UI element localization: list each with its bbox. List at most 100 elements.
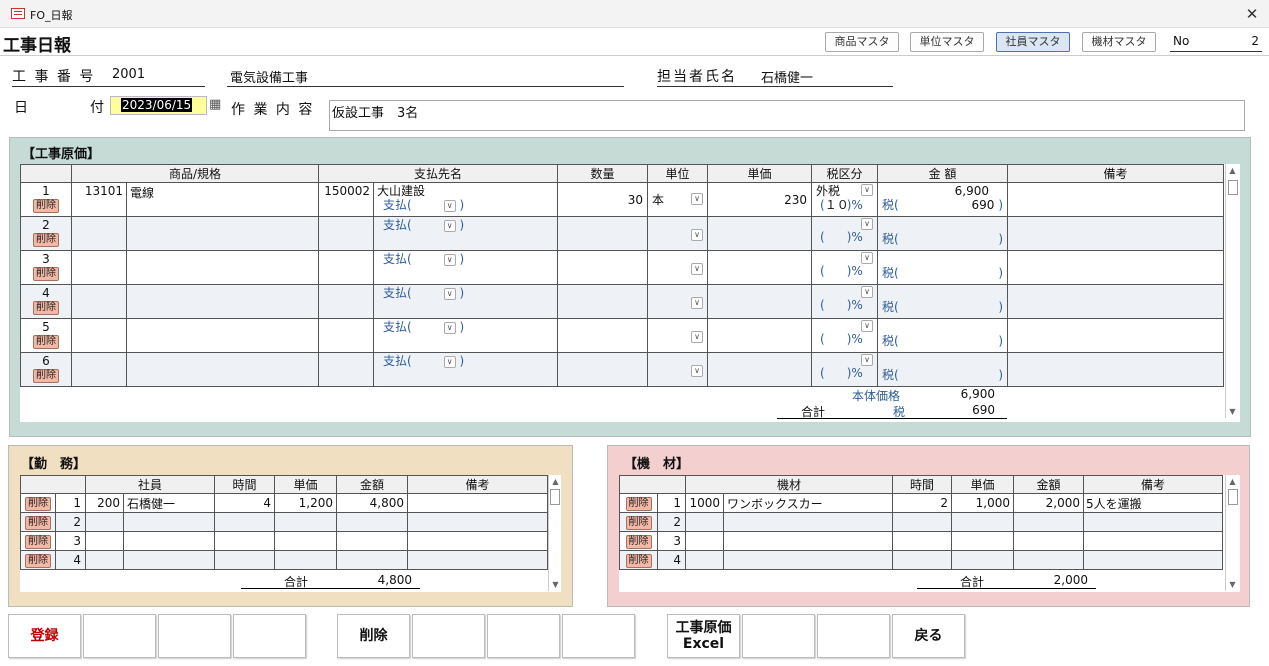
- hours-cell[interactable]: [892, 531, 953, 551]
- qty-cell[interactable]: [557, 284, 649, 319]
- scroll-down-icon[interactable]: ▼: [1226, 580, 1239, 589]
- payee-cell[interactable]: 支払(∨ ): [373, 250, 559, 285]
- payee-cell[interactable]: 支払(∨ ): [373, 216, 559, 251]
- price-cell[interactable]: [951, 531, 1015, 551]
- note-cell[interactable]: 5人を運搬: [1083, 493, 1224, 513]
- footer-empty-button-3[interactable]: [233, 614, 306, 658]
- item-code-cell[interactable]: [71, 318, 127, 353]
- item-code-cell[interactable]: [71, 284, 127, 319]
- scroll-thumb[interactable]: [550, 489, 560, 505]
- qty-cell[interactable]: [557, 352, 649, 387]
- unit-cell[interactable]: ∨: [647, 352, 709, 387]
- item-name-cell[interactable]: [125, 216, 320, 251]
- note-cell[interactable]: [407, 531, 549, 551]
- name-cell[interactable]: [122, 550, 216, 570]
- chevron-down-icon[interactable]: ∨: [861, 184, 874, 196]
- qty-cell[interactable]: [557, 250, 649, 285]
- row-delete-button[interactable]: 削除: [625, 554, 652, 568]
- name-cell[interactable]: [722, 550, 894, 570]
- qty-cell[interactable]: [557, 216, 649, 251]
- payee-cell[interactable]: 支払(∨ ): [373, 318, 559, 353]
- calendar-icon[interactable]: ▦: [209, 97, 221, 112]
- note-cell[interactable]: [1083, 531, 1224, 551]
- price-cell[interactable]: [707, 250, 813, 285]
- code-cell[interactable]: [85, 512, 124, 532]
- row-delete-button[interactable]: 削除: [25, 554, 51, 568]
- price-cell[interactable]: [274, 512, 338, 532]
- code-cell[interactable]: [85, 550, 124, 570]
- code-cell[interactable]: [685, 531, 724, 551]
- note-cell[interactable]: [1083, 550, 1224, 570]
- qty-cell[interactable]: [557, 318, 649, 353]
- note-cell[interactable]: [1007, 182, 1225, 217]
- footer-empty-button-4[interactable]: [412, 614, 485, 658]
- scroll-up-icon[interactable]: ▲: [549, 477, 562, 486]
- tax-class-cell[interactable]: ∨ ()%: [811, 318, 879, 353]
- price-cell[interactable]: 230: [707, 182, 813, 217]
- hours-cell[interactable]: [892, 550, 953, 570]
- row-delete-button[interactable]: 削除: [33, 335, 59, 349]
- note-cell[interactable]: [1007, 352, 1225, 387]
- scroll-up-icon[interactable]: ▲: [1226, 166, 1239, 175]
- footer-empty-button-8[interactable]: [817, 614, 890, 658]
- footer-empty-button-2[interactable]: [158, 614, 231, 658]
- row-delete-button[interactable]: 削除: [33, 199, 59, 213]
- close-icon[interactable]: ✕: [1244, 5, 1260, 23]
- unit-cell[interactable]: ∨: [647, 250, 709, 285]
- note-cell[interactable]: [1007, 284, 1225, 319]
- payee-code-cell[interactable]: [318, 318, 375, 353]
- unit-cell[interactable]: ∨: [647, 216, 709, 251]
- item-name-cell[interactable]: [125, 250, 320, 285]
- code-cell[interactable]: [685, 550, 724, 570]
- chevron-down-icon[interactable]: ∨: [691, 262, 704, 275]
- item-name-cell[interactable]: [125, 318, 320, 353]
- chevron-down-icon[interactable]: ∨: [861, 252, 874, 264]
- price-cell[interactable]: 1,200: [274, 493, 338, 513]
- footer-empty-button-1[interactable]: [83, 614, 156, 658]
- footer-empty-button-7[interactable]: [742, 614, 815, 658]
- payee-cell[interactable]: 支払(∨ ): [373, 352, 559, 387]
- price-cell[interactable]: [707, 318, 813, 353]
- scroll-thumb[interactable]: [1228, 489, 1238, 505]
- row-delete-button[interactable]: 削除: [625, 497, 652, 511]
- equipment-master-button[interactable]: 機材マスタ: [1082, 32, 1156, 52]
- note-cell[interactable]: [407, 512, 549, 532]
- code-cell[interactable]: 200: [85, 493, 124, 513]
- unit-master-button[interactable]: 単位マスタ: [910, 32, 984, 52]
- name-cell[interactable]: ワンボックスカー: [722, 493, 894, 513]
- note-cell[interactable]: [1083, 512, 1224, 532]
- hours-cell[interactable]: [892, 512, 953, 532]
- item-name-cell[interactable]: 電線: [125, 182, 320, 217]
- row-delete-button[interactable]: 削除: [33, 267, 59, 281]
- item-name-cell[interactable]: [125, 284, 320, 319]
- price-cell[interactable]: [951, 550, 1015, 570]
- hours-cell[interactable]: [214, 512, 276, 532]
- unit-cell[interactable]: ∨: [647, 284, 709, 319]
- chevron-down-icon[interactable]: ∨: [691, 364, 704, 377]
- item-code-cell[interactable]: [71, 250, 127, 285]
- note-cell[interactable]: [407, 550, 549, 570]
- scroll-down-icon[interactable]: ▼: [1226, 407, 1239, 416]
- price-cell[interactable]: [274, 531, 338, 551]
- chevron-down-icon[interactable]: ∨: [861, 218, 874, 230]
- note-cell[interactable]: [407, 493, 549, 513]
- chevron-down-icon[interactable]: ∨: [443, 321, 456, 334]
- price-cell[interactable]: [707, 352, 813, 387]
- payee-cell[interactable]: 大山建設 支払(∨ ): [373, 182, 559, 217]
- chevron-down-icon[interactable]: ∨: [861, 320, 874, 332]
- chevron-down-icon[interactable]: ∨: [443, 253, 456, 266]
- tanto-field[interactable]: 担当者氏名 石橋健一: [657, 64, 893, 87]
- tax-class-cell[interactable]: ∨ ()%: [811, 216, 879, 251]
- code-cell[interactable]: [85, 531, 124, 551]
- scroll-thumb[interactable]: [1228, 180, 1238, 195]
- tax-class-cell[interactable]: ∨ ()%: [811, 284, 879, 319]
- payee-code-cell[interactable]: [318, 352, 375, 387]
- excel-export-button[interactable]: 工事原価 Excel: [667, 614, 740, 658]
- tax-class-cell[interactable]: 外税 ∨ (１０)%: [811, 182, 879, 217]
- unit-cell[interactable]: ∨: [647, 318, 709, 353]
- payee-code-cell[interactable]: [318, 216, 375, 251]
- item-code-cell[interactable]: [71, 352, 127, 387]
- koji-number-field[interactable]: 工 事 番 号 2001: [12, 64, 205, 87]
- hours-cell[interactable]: [214, 531, 276, 551]
- chevron-down-icon[interactable]: ∨: [443, 287, 456, 300]
